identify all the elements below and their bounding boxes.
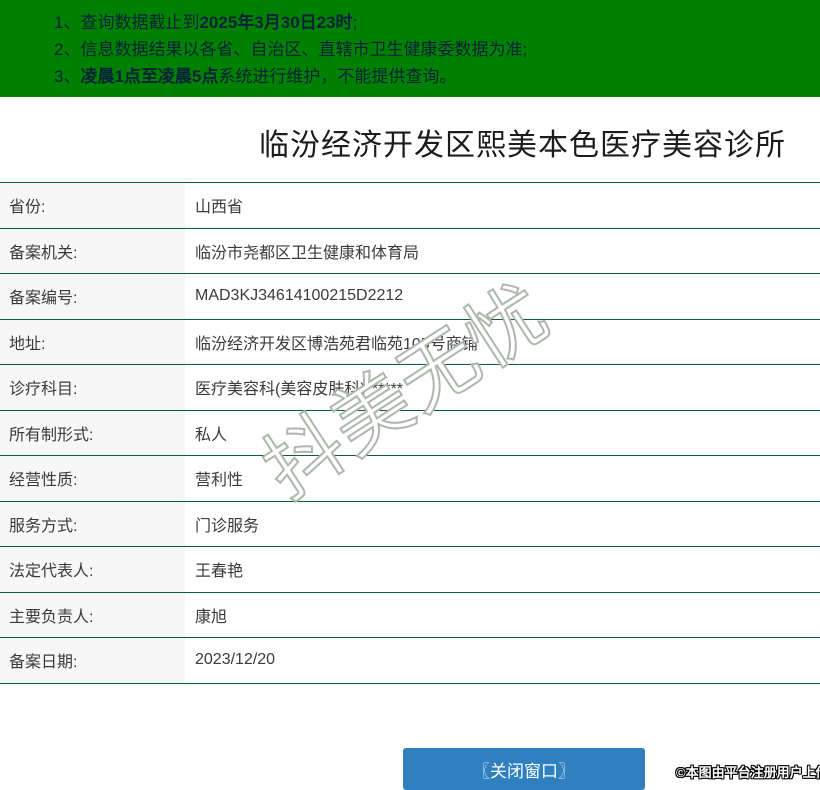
- table-row: 地址: 临汾经济开发区博浩苑君临苑105号商铺: [0, 320, 820, 366]
- table-row: 备案机关: 临汾市尧都区卫生健康和体育局: [0, 229, 820, 275]
- notice-line-number: 3、: [54, 67, 80, 86]
- notice-line-3: 3、凌晨1点至凌晨5点系统进行维护，不能提供查询。: [54, 63, 820, 90]
- row-label: 省份:: [0, 183, 185, 228]
- table-row: 诊疗科目: 医疗美容科(美容皮肤科)******: [0, 365, 820, 411]
- close-window-button[interactable]: 〖关闭窗口〗: [403, 748, 645, 790]
- row-label: 主要负责人:: [0, 593, 185, 638]
- page-container: 1、查询数据截止到2025年3月30日23时; 2、信息数据结果以各省、自治区、…: [0, 0, 820, 684]
- table-row: 法定代表人: 王春艳: [0, 547, 820, 593]
- row-value: 临汾经济开发区博浩苑君临苑105号商铺: [185, 320, 820, 365]
- row-label: 经营性质:: [0, 456, 185, 501]
- row-value: 私人: [185, 411, 820, 456]
- table-row: 主要负责人: 康旭: [0, 593, 820, 639]
- row-label: 所有制形式:: [0, 411, 185, 456]
- row-label: 备案机关:: [0, 229, 185, 274]
- notice-text-bold: 凌晨1点至凌晨5点: [80, 67, 218, 86]
- row-value: 王春艳: [185, 547, 820, 592]
- row-value: 营利性: [185, 456, 820, 501]
- row-value: 医疗美容科(美容皮肤科)******: [185, 365, 820, 410]
- table-row: 省份: 山西省: [0, 183, 820, 229]
- notice-text: 查询数据截止到: [80, 13, 199, 32]
- row-label: 备案日期:: [0, 638, 185, 683]
- notice-line-2: 2、信息数据结果以各省、自治区、直辖市卫生健康委数据为准;: [54, 36, 820, 63]
- row-value: MAD3KJ34614100215D2212: [185, 274, 820, 319]
- notice-text: 系统进行维护，不能提供查询。: [218, 67, 456, 86]
- row-label: 诊疗科目:: [0, 365, 185, 410]
- row-label: 法定代表人:: [0, 547, 185, 592]
- row-value: 2023/12/20: [185, 638, 820, 683]
- notice-text: 信息数据结果以各省、自治区、直辖市卫生健康委数据为准;: [80, 40, 527, 59]
- notice-line-number: 2、: [54, 40, 80, 59]
- row-label: 地址:: [0, 320, 185, 365]
- table-row: 备案日期: 2023/12/20: [0, 638, 820, 684]
- notice-banner: 1、查询数据截止到2025年3月30日23时; 2、信息数据结果以各省、自治区、…: [0, 0, 820, 97]
- row-value: 临汾市尧都区卫生健康和体育局: [185, 229, 820, 274]
- page-title: 临汾经济开发区熙美本色医疗美容诊所: [0, 122, 820, 169]
- table-row: 所有制形式: 私人: [0, 411, 820, 457]
- table-row: 备案编号: MAD3KJ34614100215D2212: [0, 274, 820, 320]
- notice-line-1: 1、查询数据截止到2025年3月30日23时;: [54, 9, 820, 36]
- notice-line-number: 1、: [54, 13, 80, 32]
- table-row: 经营性质: 营利性: [0, 456, 820, 502]
- row-value: 门诊服务: [185, 502, 820, 547]
- row-value: 康旭: [185, 593, 820, 638]
- table-row: 服务方式: 门诊服务: [0, 502, 820, 548]
- record-table: 省份: 山西省 备案机关: 临汾市尧都区卫生健康和体育局 备案编号: MAD3K…: [0, 182, 820, 684]
- upload-watermark: ©本图由平台注册用户上传: [676, 762, 820, 781]
- row-label: 备案编号:: [0, 274, 185, 319]
- row-label: 服务方式:: [0, 502, 185, 547]
- notice-text-bold: 2025年3月30日23时: [199, 13, 352, 32]
- row-value: 山西省: [185, 183, 820, 228]
- notice-text: ;: [353, 13, 358, 32]
